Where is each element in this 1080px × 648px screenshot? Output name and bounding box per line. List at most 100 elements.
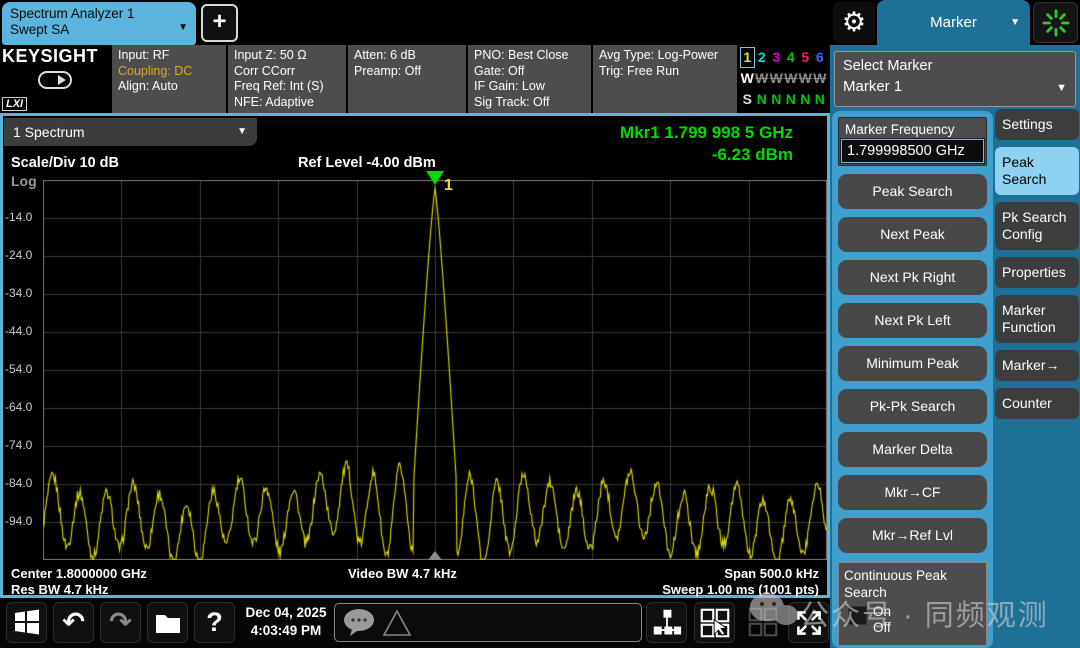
log-scale-label: Log — [11, 173, 37, 189]
y-axis-tick-label: -14.0 — [5, 210, 41, 224]
marker1-flag-icon[interactable] — [426, 171, 444, 185]
infobar-segment: Input Z: 50 ΩCorr CCorrFreq Ref: Int (S)… — [228, 45, 346, 113]
trace-detector[interactable]: N — [769, 89, 784, 110]
infobar-field: Atten: 6 dB — [354, 48, 460, 64]
window-arrange-button[interactable] — [694, 602, 735, 643]
y-axis-tick-label: -64.0 — [5, 400, 41, 414]
trace-type[interactable]: W — [755, 68, 770, 89]
trace-state-table[interactable]: 123456WWWWWWSNNNNN — [739, 45, 830, 113]
trace-detector[interactable]: N — [755, 89, 770, 110]
sweep-annotation[interactable]: Sweep 1.00 ms (1001 pts) — [662, 582, 819, 597]
y-axis-tick-label: -24.0 — [5, 248, 41, 262]
window-selector-label: 1 Spectrum — [13, 124, 85, 140]
gear-icon[interactable]: ⚙ — [833, 2, 875, 43]
taskbar: ↶ ↷ ? Dec 04, 2025 4:03:49 PM — [0, 598, 830, 648]
marker-readout-amplitude: -6.23 dBm — [620, 144, 793, 166]
y-axis-tick-label: -54.0 — [5, 362, 41, 376]
infobar-field: Corr CCorr — [234, 64, 340, 80]
spinner-icon — [1042, 8, 1070, 38]
panel-button-mkr-cf[interactable]: Mkr→CF — [838, 475, 987, 510]
marker-menu-tabs: Settings Peak Search Pk Search Config Prope… — [995, 109, 1079, 426]
trace-number[interactable]: 3 — [769, 47, 784, 68]
undo-button[interactable]: ↶ — [53, 602, 94, 643]
panel-button-next-pk-right[interactable]: Next Pk Right — [838, 260, 987, 295]
panel-button-peak-search[interactable]: Peak Search — [838, 174, 987, 209]
marker-frequency-group: Marker Frequency 1.799998500 GHz — [838, 117, 987, 166]
select-marker-dropdown[interactable]: Select Marker Marker 1 ▼ — [834, 51, 1076, 107]
panel-button-marker-delta[interactable]: Marker Delta — [838, 432, 987, 467]
infobar-segment: PNO: Best CloseGate: OffIF Gain: LowSig … — [468, 45, 591, 113]
menu-tab-settings[interactable]: Settings — [995, 109, 1079, 140]
mode-tab-marker[interactable]: Marker ▼ — [877, 0, 1030, 45]
scale-per-div-label[interactable]: Scale/Div 10 dB — [11, 155, 119, 171]
panel-button-mkr-ref-lvl[interactable]: Mkr→Ref Lvl — [838, 518, 987, 553]
trace-detector[interactable]: N — [798, 89, 813, 110]
res-bw-annotation[interactable]: Res BW 4.7 kHz — [11, 582, 109, 597]
fullscreen-button[interactable] — [788, 602, 829, 643]
add-tab-button[interactable]: + — [201, 4, 238, 42]
remote-indicator-icon — [38, 71, 72, 89]
busy-spinner-button[interactable] — [1033, 2, 1078, 43]
continuous-peak-on-option[interactable]: On — [873, 604, 891, 620]
panel-button-next-peak[interactable]: Next Peak — [838, 217, 987, 252]
ref-level-label[interactable]: Ref Level -4.00 dBm — [298, 155, 436, 171]
menu-tab-properties[interactable]: Properties — [995, 257, 1079, 288]
infobar-field: Sig Track: Off — [474, 95, 585, 111]
window-selector-dropdown[interactable]: 1 Spectrum ▼ — [4, 118, 257, 146]
center-frequency-annotation[interactable]: Center 1.8000000 GHz — [11, 566, 147, 581]
marker-frequency-field[interactable]: 1.799998500 GHz — [841, 139, 984, 163]
spectrum-plot[interactable] — [43, 180, 827, 560]
infobar-field: NFE: Adaptive — [234, 95, 340, 111]
windows-icon — [14, 609, 40, 635]
trace-type[interactable]: W — [769, 68, 784, 89]
continuous-peak-title-2: Search — [844, 584, 981, 601]
help-button[interactable]: ? — [194, 602, 235, 643]
trace-number[interactable]: 6 — [813, 47, 828, 68]
file-folder-button[interactable] — [147, 602, 188, 643]
panel-button-pk-pk-search[interactable]: Pk-Pk Search — [838, 389, 987, 424]
chevron-down-icon: ▼ — [1010, 0, 1020, 45]
marker-readout-frequency: Mkr1 1.799 998 5 GHz — [620, 122, 793, 144]
infobar-field: Preamp: Off — [354, 64, 460, 80]
sequence-setup-button[interactable] — [646, 602, 687, 643]
trace-number[interactable]: 1 — [740, 47, 755, 68]
trace-detector[interactable]: S — [740, 89, 755, 110]
infobar-field: Input Z: 50 Ω — [234, 48, 340, 64]
app-tab-title: Spectrum Analyzer 1 — [10, 6, 188, 22]
trace-number[interactable]: 5 — [798, 47, 813, 68]
trace-detector[interactable]: N — [784, 89, 799, 110]
trace-type[interactable]: W — [813, 68, 828, 89]
app-tab-spectrum-analyzer[interactable]: Spectrum Analyzer 1 Swept SA ▼ — [2, 2, 196, 45]
marker-control-panel: Select Marker Marker 1 ▼ Marker Frequenc… — [830, 45, 1080, 648]
continuous-peak-search-group[interactable]: Continuous Peak Search On Off — [838, 562, 987, 646]
trace-number[interactable]: 4 — [784, 47, 799, 68]
annotation-bar[interactable] — [334, 603, 642, 642]
select-marker-label: Select Marker — [843, 56, 1067, 76]
menu-tab-counter[interactable]: Counter — [995, 388, 1079, 419]
infobar-segment: Input: RFCoupling: DCAlign: Auto — [112, 45, 226, 113]
menu-tab-pk-search-config[interactable]: Pk Search Config — [995, 202, 1079, 250]
span-annotation[interactable]: Span 500.0 kHz — [724, 566, 819, 581]
datetime-display[interactable]: Dec 04, 2025 4:03:49 PM — [240, 604, 332, 640]
panel-button-next-pk-left[interactable]: Next Pk Left — [838, 303, 987, 338]
menu-tab-marker-[interactable]: Marker→ — [995, 350, 1079, 381]
menu-tab-peak-search[interactable]: Peak Search — [995, 147, 1079, 195]
mode-tab-label: Marker — [930, 14, 977, 31]
redo-button[interactable]: ↷ — [100, 602, 141, 643]
trace-number[interactable]: 2 — [755, 47, 770, 68]
trace-type[interactable]: W — [740, 68, 755, 89]
trace-detector[interactable]: N — [813, 89, 828, 110]
video-bw-annotation[interactable]: Video BW 4.7 kHz — [348, 566, 457, 581]
y-axis-tick-label: -34.0 — [5, 286, 41, 300]
trace-type[interactable]: W — [784, 68, 799, 89]
continuous-peak-off-option[interactable]: Off — [873, 620, 891, 636]
brand-block: KEYSIGHT LXI — [0, 45, 110, 113]
menu-tab-marker-function[interactable]: Marker Function — [995, 295, 1079, 343]
panel-button-minimum-peak[interactable]: Minimum Peak — [838, 346, 987, 381]
trace-type[interactable]: W — [798, 68, 813, 89]
infobar-field: Coupling: DC — [118, 64, 220, 80]
windows-start-button[interactable] — [6, 602, 47, 643]
lxi-badge: LXI — [2, 97, 27, 111]
continuous-peak-checkbox[interactable] — [848, 606, 867, 625]
marker-frequency-label: Marker Frequency — [841, 120, 984, 139]
